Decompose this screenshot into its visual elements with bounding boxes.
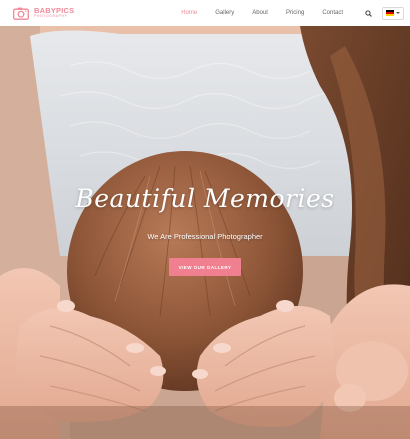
chevron-down-icon	[396, 12, 400, 14]
main-nav: Home Gallery About Pricing Contact	[181, 10, 343, 16]
camera-icon	[13, 7, 29, 20]
nav-item-about[interactable]: About	[252, 10, 268, 16]
hero-title: Beautiful Memories	[75, 184, 335, 213]
logo[interactable]: BABYPICS PHOTOGRAPHY	[13, 7, 74, 20]
view-gallery-button[interactable]: VIEW OUR GALLERY	[169, 258, 241, 276]
search-icon	[364, 9, 372, 17]
brand-tagline: PHOTOGRAPHY	[34, 14, 68, 19]
hero-subtitle: We Are Professional Photographer	[147, 232, 263, 241]
language-selector[interactable]	[382, 6, 404, 20]
nav-item-home[interactable]: Home	[181, 10, 197, 16]
site-header: BABYPICS PHOTOGRAPHY Home Gallery About …	[0, 0, 410, 26]
nav-item-pricing[interactable]: Pricing	[286, 10, 304, 16]
search-button[interactable]	[363, 8, 373, 18]
nav-item-contact[interactable]: Contact	[322, 10, 343, 16]
brand-name: BABYPICS	[34, 5, 75, 15]
nav-item-gallery[interactable]: Gallery	[215, 10, 234, 16]
hero-section: Beautiful Memories We Are Professional P…	[0, 26, 410, 439]
german-flag-icon	[386, 10, 394, 16]
